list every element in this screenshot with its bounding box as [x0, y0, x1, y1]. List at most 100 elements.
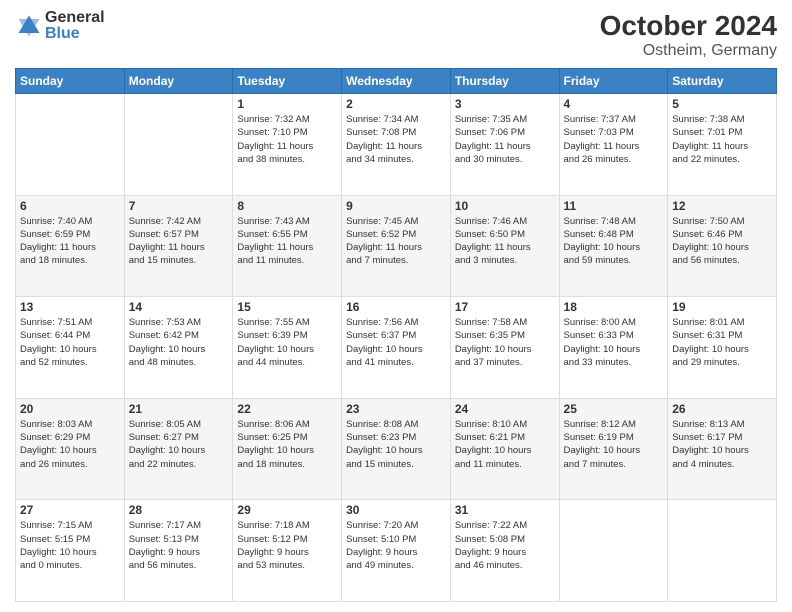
- cell-w2-d6: 19 Sunrise: 8:01 AM Sunset: 6:31 PM Dayli…: [668, 297, 777, 399]
- day-info: Sunrise: 7:35 AM Sunset: 7:06 PM Dayligh…: [455, 113, 555, 166]
- day-number: 11: [564, 199, 664, 213]
- cell-w3-d6: 26Sunrise: 8:13 AM Sunset: 6:17 PM Dayli…: [668, 398, 777, 500]
- cell-w1-d0: 6 Sunrise: 7:40 AM Sunset: 6:59 PM Daylig…: [16, 195, 125, 297]
- cell-w0-d5: 4Sunrise: 7:37 AM Sunset: 7:03 PM Daylig…: [559, 94, 668, 196]
- day-info: Sunrise: 8:13 AM Sunset: 6:17 PM Dayligh…: [672, 418, 772, 471]
- day-info: Sunrise: 8:00 AM Sunset: 6:33 PM Dayligh…: [564, 316, 664, 369]
- calendar-header: Sunday Monday Tuesday Wednesday Thursday…: [16, 69, 777, 94]
- day-number: 22: [237, 402, 337, 416]
- col-sunday: Sunday: [16, 69, 125, 94]
- day-info: Sunrise: 8:05 AM Sunset: 6:27 PM Dayligh…: [129, 418, 229, 471]
- day-number: 2: [346, 97, 446, 111]
- cell-w1-d5: 11 Sunrise: 7:48 AM Sunset: 6:48 PM Dayli…: [559, 195, 668, 297]
- calendar-body: 1 Sunrise: 7:32 AM Sunset: 7:10 PM Daylig…: [16, 94, 777, 602]
- day-info: Sunrise: 7:17 AM Sunset: 5:13 PM Dayligh…: [129, 519, 229, 572]
- cell-w3-d0: 20 Sunrise: 8:03 AM Sunset: 6:29 PM Dayli…: [16, 398, 125, 500]
- day-info: Sunrise: 7:58 AM Sunset: 6:35 PM Dayligh…: [455, 316, 555, 369]
- day-info: Sunrise: 7:40 AM Sunset: 6:59 PM Dayligh…: [20, 215, 120, 268]
- day-info: Sunrise: 7:51 AM Sunset: 6:44 PM Dayligh…: [20, 316, 120, 369]
- day-number: 9: [346, 199, 446, 213]
- logo-general-text: General: [45, 10, 105, 26]
- day-number: 10: [455, 199, 555, 213]
- week-row-0: 1 Sunrise: 7:32 AM Sunset: 7:10 PM Daylig…: [16, 94, 777, 196]
- logo-text: General Blue: [45, 10, 105, 42]
- day-info: Sunrise: 7:55 AM Sunset: 6:39 PM Dayligh…: [237, 316, 337, 369]
- title-block: October 2024 Ostheim, Germany: [600, 10, 777, 60]
- cell-w0-d0: [16, 94, 125, 196]
- week-row-2: 13 Sunrise: 7:51 AM Sunset: 6:44 PM Dayli…: [16, 297, 777, 399]
- day-number: 7: [129, 199, 229, 213]
- day-number: 8: [237, 199, 337, 213]
- cell-w4-d2: 29Sunrise: 7:18 AM Sunset: 5:12 PM Dayli…: [233, 500, 342, 602]
- day-info: Sunrise: 7:34 AM Sunset: 7:08 PM Dayligh…: [346, 113, 446, 166]
- day-info: Sunrise: 7:20 AM Sunset: 5:10 PM Dayligh…: [346, 519, 446, 572]
- cell-w2-d1: 14Sunrise: 7:53 AM Sunset: 6:42 PM Dayli…: [124, 297, 233, 399]
- cell-w3-d5: 25Sunrise: 8:12 AM Sunset: 6:19 PM Dayli…: [559, 398, 668, 500]
- day-number: 23: [346, 402, 446, 416]
- day-number: 18: [564, 300, 664, 314]
- logo: General Blue: [15, 10, 105, 42]
- day-info: Sunrise: 7:48 AM Sunset: 6:48 PM Dayligh…: [564, 215, 664, 268]
- col-monday: Monday: [124, 69, 233, 94]
- cell-w2-d0: 13 Sunrise: 7:51 AM Sunset: 6:44 PM Dayli…: [16, 297, 125, 399]
- logo-icon: [15, 12, 43, 40]
- day-number: 17: [455, 300, 555, 314]
- col-tuesday: Tuesday: [233, 69, 342, 94]
- cell-w4-d1: 28 Sunrise: 7:17 AM Sunset: 5:13 PM Dayli…: [124, 500, 233, 602]
- page: General Blue October 2024 Ostheim, Germa…: [0, 0, 792, 612]
- day-info: Sunrise: 7:46 AM Sunset: 6:50 PM Dayligh…: [455, 215, 555, 268]
- col-wednesday: Wednesday: [342, 69, 451, 94]
- cell-w3-d1: 21Sunrise: 8:05 AM Sunset: 6:27 PM Dayli…: [124, 398, 233, 500]
- day-info: Sunrise: 7:50 AM Sunset: 6:46 PM Dayligh…: [672, 215, 772, 268]
- day-number: 16: [346, 300, 446, 314]
- cell-w2-d3: 16 Sunrise: 7:56 AM Sunset: 6:37 PM Dayli…: [342, 297, 451, 399]
- day-info: Sunrise: 7:38 AM Sunset: 7:01 PM Dayligh…: [672, 113, 772, 166]
- day-info: Sunrise: 8:06 AM Sunset: 6:25 PM Dayligh…: [237, 418, 337, 471]
- cell-w0-d2: 1 Sunrise: 7:32 AM Sunset: 7:10 PM Daylig…: [233, 94, 342, 196]
- day-number: 12: [672, 199, 772, 213]
- day-number: 28: [129, 503, 229, 517]
- header-row: Sunday Monday Tuesday Wednesday Thursday…: [16, 69, 777, 94]
- calendar-title: October 2024: [600, 10, 777, 42]
- day-number: 4: [564, 97, 664, 111]
- col-saturday: Saturday: [668, 69, 777, 94]
- cell-w4-d6: [668, 500, 777, 602]
- cell-w3-d4: 24Sunrise: 8:10 AM Sunset: 6:21 PM Dayli…: [450, 398, 559, 500]
- cell-w3-d3: 23 Sunrise: 8:08 AM Sunset: 6:23 PM Dayli…: [342, 398, 451, 500]
- day-info: Sunrise: 7:43 AM Sunset: 6:55 PM Dayligh…: [237, 215, 337, 268]
- cell-w0-d1: [124, 94, 233, 196]
- cell-w2-d2: 15 Sunrise: 7:55 AM Sunset: 6:39 PM Dayli…: [233, 297, 342, 399]
- cell-w1-d6: 12 Sunrise: 7:50 AM Sunset: 6:46 PM Dayli…: [668, 195, 777, 297]
- cell-w4-d5: [559, 500, 668, 602]
- week-row-1: 6 Sunrise: 7:40 AM Sunset: 6:59 PM Daylig…: [16, 195, 777, 297]
- cell-w3-d2: 22 Sunrise: 8:06 AM Sunset: 6:25 PM Dayli…: [233, 398, 342, 500]
- day-number: 13: [20, 300, 120, 314]
- day-info: Sunrise: 7:18 AM Sunset: 5:12 PM Dayligh…: [237, 519, 337, 572]
- day-number: 24: [455, 402, 555, 416]
- day-number: 19: [672, 300, 772, 314]
- cell-w4-d4: 31 Sunrise: 7:22 AM Sunset: 5:08 PM Dayli…: [450, 500, 559, 602]
- week-row-3: 20 Sunrise: 8:03 AM Sunset: 6:29 PM Dayli…: [16, 398, 777, 500]
- cell-w1-d1: 7 Sunrise: 7:42 AM Sunset: 6:57 PM Daylig…: [124, 195, 233, 297]
- day-number: 3: [455, 97, 555, 111]
- col-thursday: Thursday: [450, 69, 559, 94]
- day-info: Sunrise: 7:15 AM Sunset: 5:15 PM Dayligh…: [20, 519, 120, 572]
- day-info: Sunrise: 8:03 AM Sunset: 6:29 PM Dayligh…: [20, 418, 120, 471]
- day-number: 1: [237, 97, 337, 111]
- day-info: Sunrise: 7:56 AM Sunset: 6:37 PM Dayligh…: [346, 316, 446, 369]
- day-number: 31: [455, 503, 555, 517]
- day-number: 20: [20, 402, 120, 416]
- cell-w1-d3: 9 Sunrise: 7:45 AM Sunset: 6:52 PM Daylig…: [342, 195, 451, 297]
- day-number: 5: [672, 97, 772, 111]
- day-info: Sunrise: 7:45 AM Sunset: 6:52 PM Dayligh…: [346, 215, 446, 268]
- cell-w0-d4: 3 Sunrise: 7:35 AM Sunset: 7:06 PM Daylig…: [450, 94, 559, 196]
- day-info: Sunrise: 8:01 AM Sunset: 6:31 PM Dayligh…: [672, 316, 772, 369]
- week-row-4: 27Sunrise: 7:15 AM Sunset: 5:15 PM Dayli…: [16, 500, 777, 602]
- day-info: Sunrise: 7:22 AM Sunset: 5:08 PM Dayligh…: [455, 519, 555, 572]
- day-info: Sunrise: 7:32 AM Sunset: 7:10 PM Dayligh…: [237, 113, 337, 166]
- day-number: 15: [237, 300, 337, 314]
- day-info: Sunrise: 8:08 AM Sunset: 6:23 PM Dayligh…: [346, 418, 446, 471]
- day-number: 6: [20, 199, 120, 213]
- day-info: Sunrise: 7:42 AM Sunset: 6:57 PM Dayligh…: [129, 215, 229, 268]
- cell-w2-d5: 18 Sunrise: 8:00 AM Sunset: 6:33 PM Dayli…: [559, 297, 668, 399]
